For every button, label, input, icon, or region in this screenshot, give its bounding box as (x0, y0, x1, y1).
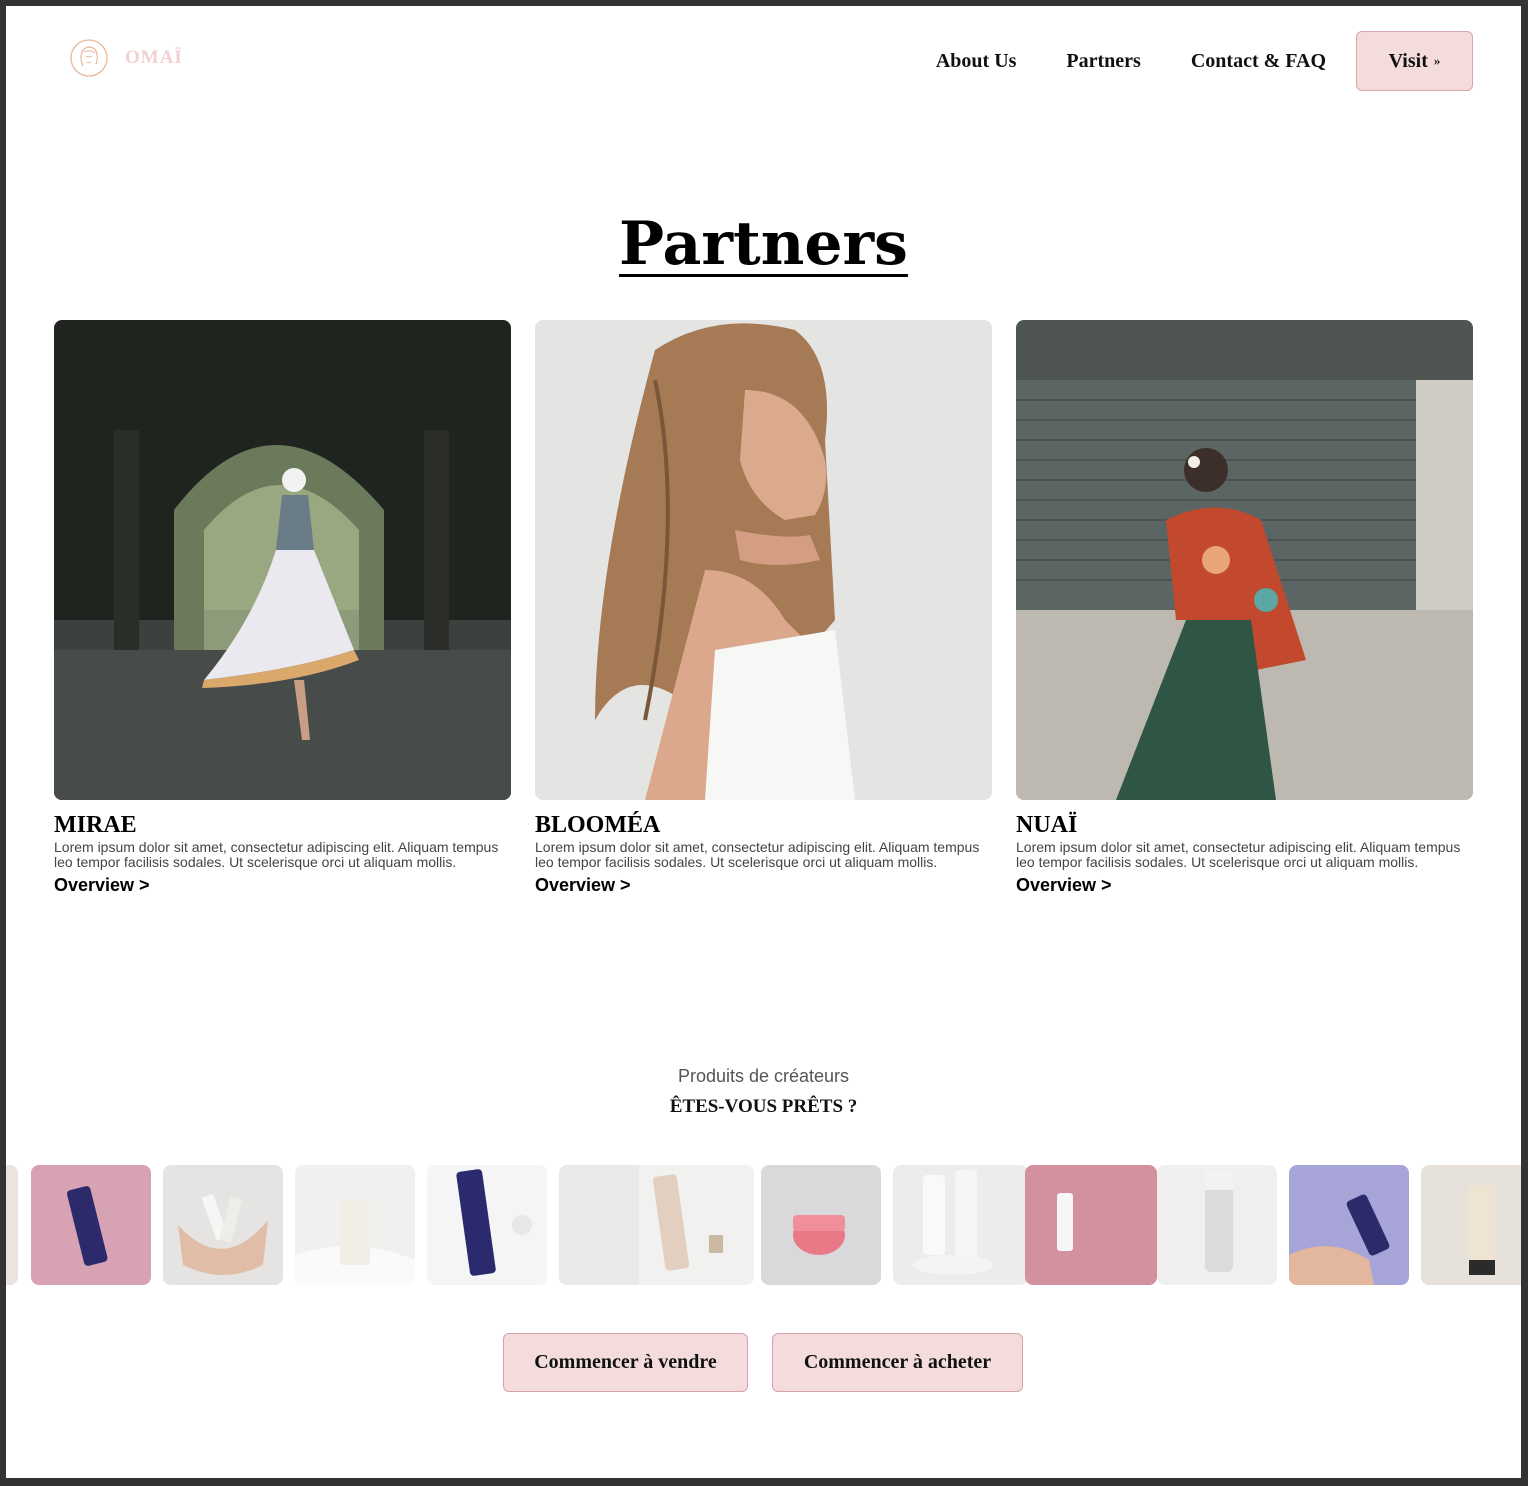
product-thumb[interactable] (1289, 1165, 1409, 1285)
product-thumb[interactable] (1157, 1165, 1277, 1285)
start-buying-button[interactable]: Commencer à acheter (772, 1333, 1023, 1392)
partner-name: BLOOMÉA (535, 812, 661, 838)
products-headline: ÊTES-VOUS PRÊTS ? (669, 1096, 858, 1117)
start-selling-button[interactable]: Commencer à vendre (503, 1333, 748, 1392)
partner-overview-link[interactable]: Overview > (535, 875, 631, 896)
partner-description: Lorem ipsum dolor sit amet, consectetur … (535, 839, 980, 870)
product-thumb[interactable] (427, 1165, 547, 1285)
brand-name: OMAÏ (125, 47, 183, 68)
brand-logo[interactable]: OMAÏ (69, 38, 183, 78)
double-arrow-icon: » (1433, 53, 1441, 68)
page: OMAÏ About Us Partners Contact & FAQ Vis… (6, 6, 1521, 1478)
product-thumb[interactable] (559, 1165, 754, 1285)
visit-label: Visit (1388, 49, 1428, 72)
partner-name: MIRAE (54, 812, 137, 838)
product-thumb[interactable] (1025, 1165, 1157, 1285)
cta-group: Commencer à vendre Commencer à acheter (503, 1333, 1023, 1392)
partner-cards: MIRAE Lorem ipsum dolor sit amet, consec… (54, 320, 1473, 896)
page-title: Partners (619, 209, 908, 279)
partner-description: Lorem ipsum dolor sit amet, consectetur … (54, 839, 499, 870)
partner-image-kimono[interactable] (1016, 320, 1473, 800)
partner-overview-link[interactable]: Overview > (54, 875, 150, 896)
products-subtitle: Produits de créateurs (677, 1066, 850, 1086)
main-nav: About Us Partners Contact & FAQ Visit » (936, 31, 1473, 91)
face-logo-icon (70, 39, 108, 77)
partner-image-dancer[interactable] (54, 320, 511, 800)
product-thumb[interactable] (761, 1165, 881, 1285)
nav-contact-faq[interactable]: Contact & FAQ (1191, 50, 1326, 73)
visit-button[interactable]: Visit » (1356, 31, 1473, 91)
partner-card-mirae: MIRAE Lorem ipsum dolor sit amet, consec… (54, 320, 511, 896)
partner-image-woman[interactable] (535, 320, 992, 800)
partner-overview-link[interactable]: Overview > (1016, 875, 1112, 896)
product-thumb[interactable] (31, 1165, 151, 1285)
product-thumb[interactable] (163, 1165, 283, 1285)
product-thumb[interactable] (6, 1165, 18, 1285)
product-strip (6, 1165, 1521, 1285)
partner-description: Lorem ipsum dolor sit amet, consectetur … (1016, 839, 1461, 870)
product-thumb[interactable] (295, 1165, 415, 1285)
product-thumb[interactable] (893, 1165, 1028, 1285)
partner-card-bloomea: BLOOMÉA Lorem ipsum dolor sit amet, cons… (535, 320, 992, 896)
product-thumb[interactable] (1421, 1165, 1521, 1285)
partner-card-nuai: NUAÏ Lorem ipsum dolor sit amet, consect… (1016, 320, 1473, 896)
nav-partners[interactable]: Partners (1066, 50, 1140, 73)
partner-name: NUAÏ (1016, 812, 1078, 838)
nav-about-us[interactable]: About Us (936, 50, 1017, 73)
